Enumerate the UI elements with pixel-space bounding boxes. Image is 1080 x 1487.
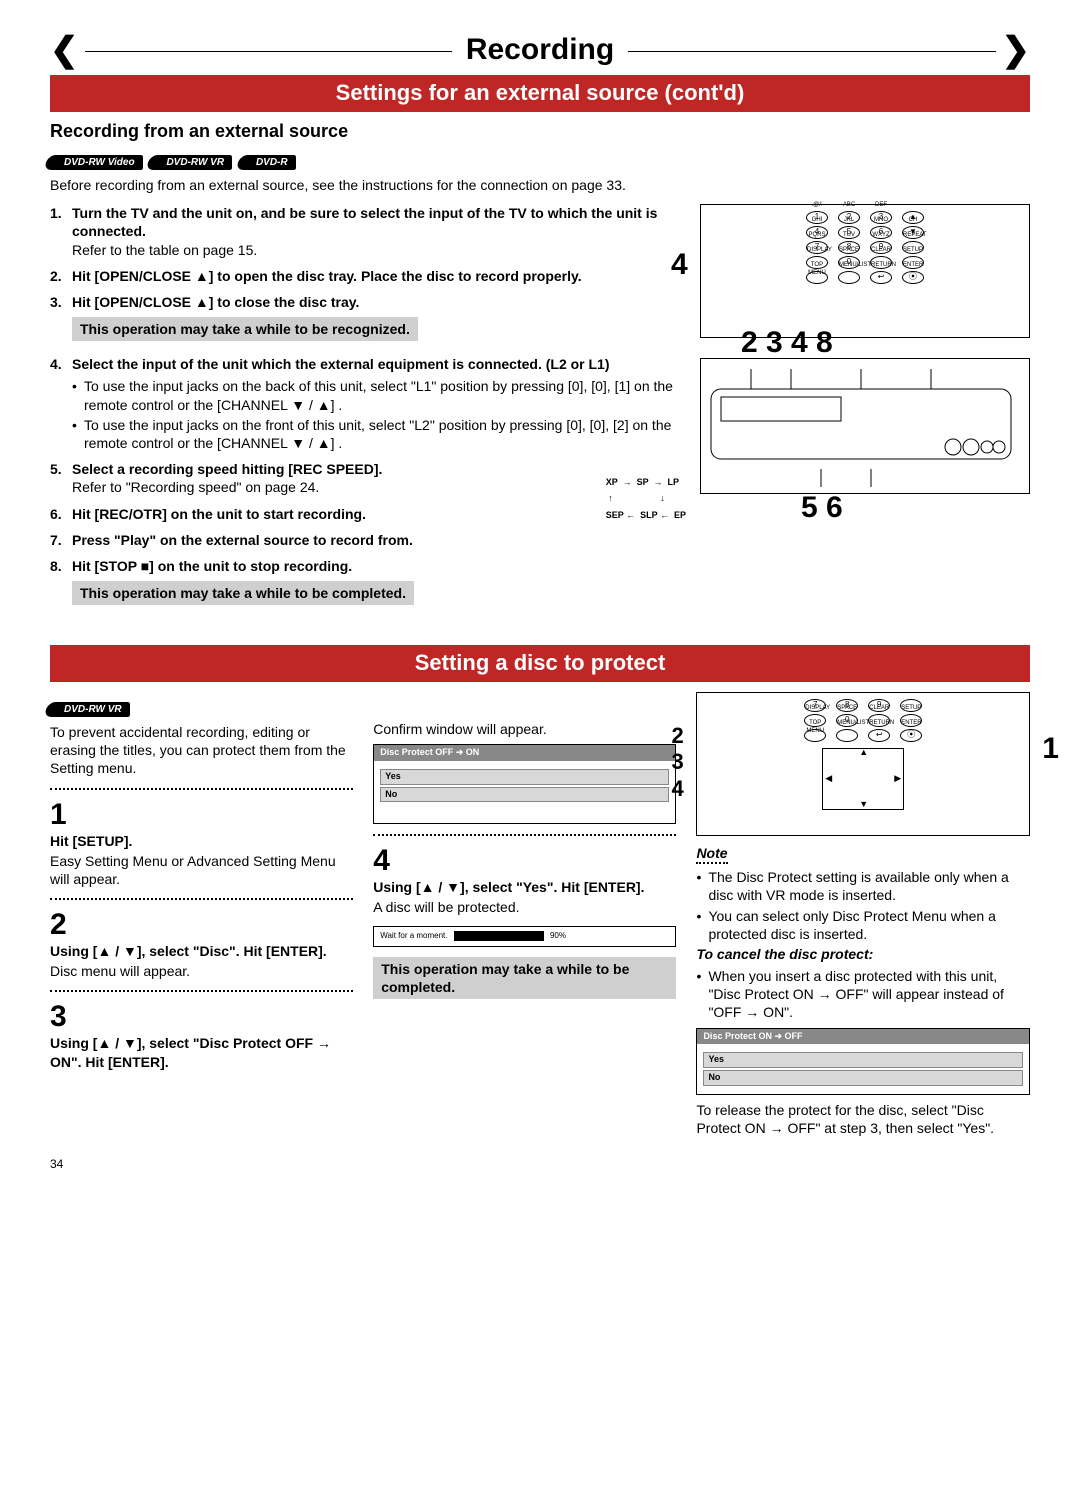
osd2-no: No <box>703 1070 1023 1086</box>
dpad-down: ▼ <box>859 799 868 811</box>
protect-step-2-num: 2 <box>50 910 353 940</box>
remote-figure-top: 4 .@/: 1ABC2DEF3▲GHI4JKL5MNO6CH▼PQRS7TUV… <box>700 204 1030 338</box>
step-1-sub: Refer to the table on page 15. <box>72 241 676 259</box>
remote-button: ENTER⦿ <box>902 271 924 284</box>
remote-button: ENTER⦿ <box>900 729 922 742</box>
section-band-1: Settings for an external source (cont'd) <box>50 75 1030 112</box>
unit-front-figure: 2 3 4 8 5 6 <box>700 358 1030 494</box>
osd1-header: Disc Protect OFF ➜ ON <box>374 745 675 761</box>
protect-step-2-body: Disc menu will appear. <box>50 962 353 980</box>
speed-row-1: XP → SP → LP <box>606 474 686 490</box>
osd2-header: Disc Protect ON ➜ OFF <box>697 1029 1029 1045</box>
osd2-yes: Yes <box>703 1052 1023 1068</box>
remote-button: MENU/LIST <box>838 271 860 284</box>
page-title-row: ❮ Recording ❯ <box>50 30 1030 69</box>
step-1-lead: Turn the TV and the unit on, and be sure… <box>72 205 657 239</box>
protect-step-2-title: Using [▲ / ▼], select "Disc". Hit [ENTER… <box>50 942 353 960</box>
progress-bar-icon <box>454 931 544 941</box>
dpad-icon: ▲ ▼ ◀ ▶ <box>822 748 904 810</box>
step-4: Select the input of the unit which the e… <box>50 355 676 452</box>
protect-step-4-num: 4 <box>373 846 676 876</box>
section-band-2: Setting a disc to protect <box>50 645 1030 682</box>
remote-button: RETURN↩ <box>868 729 890 742</box>
osd1-no: No <box>380 787 669 803</box>
step-6: Hit [REC/OTR] on the unit to start recor… <box>50 505 448 523</box>
chevron-left-icon: ❮ <box>50 33 79 67</box>
chevron-right-icon: ❯ <box>1002 33 1031 67</box>
remote-button: TOP MENU <box>804 729 826 742</box>
step-2-lead: Hit [OPEN/CLOSE ▲] to open the disc tray… <box>72 268 582 284</box>
step-8-note: This operation may take a while to be co… <box>72 581 414 605</box>
badge-dvdrw-vr: DVD-RW VR <box>152 155 232 170</box>
cancel-protect-heading: To cancel the disc protect: <box>696 945 1030 963</box>
protect-note-complete: This operation may take a while to be co… <box>373 957 676 999</box>
progress-pct: 90% <box>550 931 566 940</box>
step-3: Hit [OPEN/CLOSE ▲] to close the disc tra… <box>50 293 676 347</box>
dpad-up: ▲ <box>859 747 868 759</box>
protect-intro: To prevent accidental recording, editing… <box>50 723 353 778</box>
step-5-sub: Refer to "Recording speed" on page 24. <box>72 478 676 496</box>
dpad-left: ◀ <box>825 773 832 785</box>
step-7: Press "Play" on the external source to r… <box>50 531 676 549</box>
protect-step-1-title: Hit [SETUP]. <box>50 832 353 850</box>
protect-step-4-title: Using [▲ / ▼], select "Yes". Hit [ENTER]… <box>373 878 676 896</box>
step-4-lead: Select the input of the unit which the e… <box>72 356 610 372</box>
step-3-note: This operation may take a while to be re… <box>72 317 418 341</box>
step-4-bullet-2: To use the input jacks on the front of t… <box>72 416 676 452</box>
step-1: Turn the TV and the unit on, and be sure… <box>50 204 676 259</box>
badge-dvdrw-vr-2: DVD-RW VR <box>50 702 130 717</box>
speed-row-2: ↑ ↓ <box>606 490 686 506</box>
step-3-lead: Hit [OPEN/CLOSE ▲] to close the disc tra… <box>72 294 359 310</box>
osd-protect-off-on: Disc Protect OFF ➜ ON Yes No <box>373 744 676 824</box>
unit-top-callouts: 2 3 4 8 <box>741 323 833 362</box>
remote-button: MENU/LIST <box>836 729 858 742</box>
protect-side-nums: 2 3 4 <box>671 723 683 802</box>
step-5-lead: Select a recording speed hitting [REC SP… <box>72 461 382 477</box>
step-2: Hit [OPEN/CLOSE ▲] to open the disc tray… <box>50 267 676 285</box>
step-8-lead: Hit [STOP ■] on the unit to stop recordi… <box>72 558 352 574</box>
page-number: 34 <box>50 1157 1030 1173</box>
speed-row-3: SEP ← SLP ← EP <box>606 507 686 523</box>
step-6-lead: Hit [REC/OTR] on the unit to start recor… <box>72 506 366 522</box>
step-5: Select a recording speed hitting [REC SP… <box>50 460 676 496</box>
confirm-appear: Confirm window will appear. <box>373 720 676 738</box>
dpad-right: ▶ <box>894 773 901 785</box>
recording-steps: Turn the TV and the unit on, and be sure… <box>50 204 676 611</box>
intro-text: Before recording from an external source… <box>50 176 1030 194</box>
cancel-protect-body: When you insert a disc protected with th… <box>696 967 1030 1022</box>
protect-step-3-num: 3 <box>50 1002 353 1032</box>
progress-osd: Wait for a moment. 90% <box>373 926 676 947</box>
remote-button: TOP MENU <box>806 271 828 284</box>
note-heading: Note <box>696 844 727 864</box>
progress-lead: Wait for a moment. <box>380 931 447 940</box>
unit-bottom-callouts: 5 6 <box>801 488 843 527</box>
protect-step-1-num: 1 <box>50 800 353 830</box>
remote-callout-4: 4 <box>671 245 688 284</box>
protect-step-4-body: A disc will be protected. <box>373 898 676 916</box>
step-7-lead: Press "Play" on the external source to r… <box>72 532 413 548</box>
note-bullet-1: The Disc Protect setting is available on… <box>696 868 1030 904</box>
remote-button: RETURN↩ <box>870 271 892 284</box>
sub-heading-1: Recording from an external source <box>50 120 1030 143</box>
protect-step-3-title: Using [▲ / ▼], select "Disc Protect OFF … <box>50 1034 353 1070</box>
protect-step-1-body: Easy Setting Menu or Advanced Setting Me… <box>50 852 353 888</box>
speed-diagram: XP → SP → LP ↑ ↓ SEP ← SLP ← EP <box>606 474 686 523</box>
note-bullet-2: You can select only Disc Protect Menu wh… <box>696 907 1030 943</box>
main-title: Recording <box>466 30 614 69</box>
osd-protect-on-off: Disc Protect ON ➜ OFF Yes No <box>696 1028 1030 1095</box>
badge-dvdr: DVD-R <box>242 155 296 170</box>
step-8: Hit [STOP ■] on the unit to stop recordi… <box>50 557 676 611</box>
osd1-yes: Yes <box>380 769 669 785</box>
badge-dvdrw-video: DVD-RW Video <box>50 155 143 170</box>
disc-badges: DVD-RW Video DVD-RW VR DVD-R <box>50 151 1030 170</box>
remote-figure-protect: 2 3 4 1 789DISPLAYSPACE0CLEARSETUPTOP ME… <box>696 692 1030 836</box>
release-text: To release the protect for the disc, sel… <box>696 1101 1030 1137</box>
protect-side-1: 1 <box>1042 729 1059 768</box>
unit-svg <box>701 359 1029 489</box>
step-4-bullet-1: To use the input jacks on the back of th… <box>72 377 676 413</box>
